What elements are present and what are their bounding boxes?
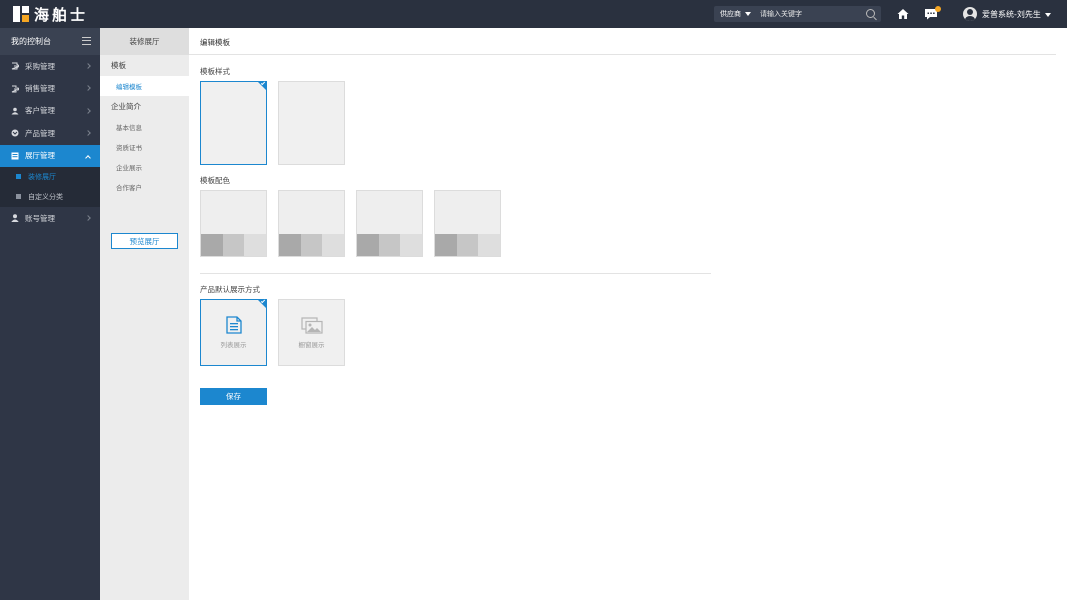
panel-group-company: 企业简介 bbox=[111, 102, 141, 111]
search-type-select[interactable]: 供应商 bbox=[714, 6, 754, 22]
color-scheme-option[interactable] bbox=[278, 190, 345, 257]
caret-down-icon[interactable] bbox=[1045, 13, 1051, 17]
user-icon bbox=[11, 214, 19, 223]
showroom-icon bbox=[11, 152, 19, 160]
panel-item-edit-template[interactable]: 编辑模板 bbox=[100, 76, 189, 96]
panel-item-certificates[interactable]: 资质证书 bbox=[100, 137, 189, 157]
divider bbox=[189, 54, 1056, 55]
search-type-label: 供应商 bbox=[720, 10, 741, 18]
users-icon bbox=[11, 107, 19, 115]
sidebar-subitem-label: 自定义分类 bbox=[28, 192, 63, 201]
brand-logo[interactable]: 海舶士 bbox=[13, 5, 89, 24]
sidebar-item-purchase[interactable]: 采购管理 bbox=[0, 55, 100, 77]
color-scheme-option[interactable] bbox=[200, 190, 267, 257]
sidebar-item-label: 展厅管理 bbox=[25, 151, 55, 161]
display-mode-label: 产品默认展示方式 bbox=[200, 285, 260, 294]
panel-item-basic-info[interactable]: 基本信息 bbox=[100, 117, 189, 137]
sidebar-item-label: 账号管理 bbox=[25, 213, 55, 223]
chevron-right-icon bbox=[85, 63, 91, 69]
image-gallery-icon bbox=[300, 316, 323, 334]
sidebar-item-label: 产品管理 bbox=[25, 128, 55, 138]
display-option-label: 列表展示 bbox=[220, 341, 247, 349]
logo-mark-icon bbox=[13, 6, 29, 22]
sidebar-item-products[interactable]: 产品管理 bbox=[0, 122, 100, 144]
sidebar-item-label: 客户管理 bbox=[25, 106, 55, 116]
chevron-right-icon bbox=[85, 130, 91, 137]
search-bar: 供应商 bbox=[714, 6, 881, 22]
sidebar-submenu: 装修展厅 自定义分类 bbox=[0, 166, 100, 207]
sidebar-subitem-decorate[interactable]: 装修展厅 bbox=[0, 167, 100, 187]
search-icon[interactable] bbox=[866, 9, 875, 18]
chevron-right-icon bbox=[85, 107, 91, 114]
search-input[interactable] bbox=[754, 7, 859, 21]
panel-item-partners[interactable]: 合作客户 bbox=[100, 177, 189, 197]
color-scheme-option[interactable] bbox=[434, 190, 501, 257]
sidebar-item-showroom[interactable]: 展厅管理 bbox=[0, 144, 100, 167]
page-title: 编辑模板 bbox=[200, 38, 230, 47]
save-button[interactable]: 保存 bbox=[200, 388, 267, 405]
template-style-label: 模板样式 bbox=[200, 67, 230, 76]
user-name[interactable]: 爱普系统-刘先生 bbox=[982, 9, 1041, 20]
sidebar-item-label: 采购管理 bbox=[25, 61, 55, 71]
sidebar-item-customers[interactable]: 客户管理 bbox=[0, 100, 100, 122]
sidebar-subitem-custom-category[interactable]: 自定义分类 bbox=[0, 187, 100, 207]
avatar[interactable] bbox=[963, 7, 977, 21]
document-list-icon bbox=[225, 316, 242, 334]
chevron-up-icon bbox=[85, 154, 91, 161]
sidebar-subitem-label: 装修展厅 bbox=[28, 172, 56, 181]
panel-group-template: 模板 bbox=[111, 61, 126, 70]
square-bullet-icon bbox=[16, 194, 21, 200]
display-option-list[interactable]: 列表展示 bbox=[200, 298, 267, 366]
home-icon[interactable] bbox=[897, 8, 909, 20]
template-color-label: 模板配色 bbox=[200, 176, 230, 185]
template-style-option-2[interactable] bbox=[278, 81, 345, 165]
color-scheme-option[interactable] bbox=[356, 190, 423, 257]
sidebar: 我的控制台 采购管理 销售管理 客户管理 产品管理 展厅管理 装修展厅 自定义分… bbox=[0, 28, 100, 600]
top-bar: 海舶士 供应商 爱普系统-刘先生 bbox=[0, 0, 1067, 28]
display-option-window[interactable]: 橱窗展示 bbox=[278, 299, 345, 366]
chevron-right-icon bbox=[85, 215, 91, 221]
panel-title: 装修展厅 bbox=[100, 28, 189, 55]
notification-dot bbox=[935, 6, 941, 12]
sidebar-title: 我的控制台 bbox=[11, 37, 51, 46]
login-icon bbox=[11, 62, 19, 70]
sidebar-item-account[interactable]: 账号管理 bbox=[0, 207, 100, 229]
product-icon bbox=[11, 129, 19, 137]
caret-down-icon bbox=[745, 12, 751, 16]
square-bullet-icon bbox=[16, 174, 21, 180]
brand-name: 海舶士 bbox=[34, 5, 89, 24]
panel-item-company-showcase[interactable]: 企业展示 bbox=[100, 157, 189, 177]
logout-icon bbox=[11, 85, 19, 93]
template-style-option-1[interactable] bbox=[200, 80, 267, 165]
menu-icon[interactable] bbox=[82, 37, 91, 45]
sidebar-item-sales[interactable]: 销售管理 bbox=[0, 77, 100, 99]
sidebar-item-label: 销售管理 bbox=[25, 84, 55, 94]
chevron-right-icon bbox=[85, 85, 91, 92]
main-content: 编辑模板 模板样式 模板配色 产品默认展示方式 列表展示 橱窗展示 保存 bbox=[189, 28, 1067, 600]
secondary-panel: 装修展厅 模板 编辑模板 企业简介 基本信息 资质证书 企业展示 合作客户 预览… bbox=[100, 28, 189, 600]
display-option-label: 橱窗展示 bbox=[298, 340, 325, 349]
sidebar-header: 我的控制台 bbox=[0, 28, 100, 55]
preview-showroom-button[interactable]: 预览展厅 bbox=[111, 233, 178, 249]
divider bbox=[200, 273, 711, 274]
